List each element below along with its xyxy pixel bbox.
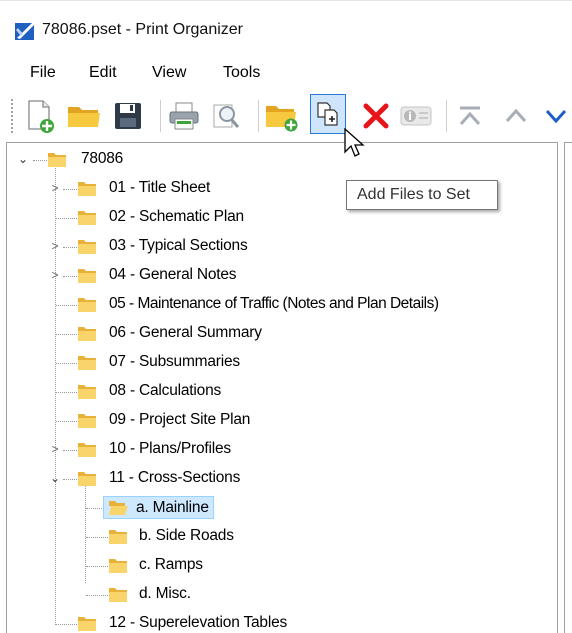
toolbar-separator — [446, 100, 447, 132]
chevron-right-icon[interactable]: > — [49, 268, 61, 282]
tree-node-label: c. Ramps — [139, 556, 203, 573]
app-logo-icon — [15, 22, 35, 40]
new-set-button[interactable] — [22, 94, 58, 138]
menu-file[interactable]: File — [30, 64, 56, 82]
tree-node-child[interactable]: c. Ramps — [7, 553, 557, 579]
tree-node-label: 12 - Superelevation Tables — [109, 614, 288, 631]
toolbar-separator — [258, 100, 259, 132]
tree-node[interactable]: 06 - General Summary — [7, 321, 557, 347]
tree-node-label: 11 - Cross-Sections — [109, 469, 241, 486]
add-files-button[interactable] — [310, 94, 346, 134]
tree-node[interactable]: > 04 - General Notes — [7, 263, 557, 289]
window-title: 78086.pset - Print Organizer — [42, 21, 243, 38]
move-down-button[interactable] — [540, 94, 572, 138]
title-bar: 78086.pset - Print Organizer — [0, 0, 572, 56]
move-up-button[interactable] — [498, 94, 534, 138]
tree-node[interactable]: ⌄ 11 - Cross-Sections — [7, 466, 557, 492]
folder-icon — [78, 385, 96, 399]
chevron-right-icon[interactable]: > — [49, 442, 61, 456]
folder-icon — [78, 356, 96, 370]
tree-node[interactable]: 12 - Superelevation Tables — [7, 611, 557, 633]
new-set-icon — [28, 100, 54, 133]
print-button[interactable] — [166, 94, 202, 138]
new-folder-button[interactable] — [264, 94, 300, 138]
move-top-icon — [459, 106, 481, 126]
open-button[interactable] — [66, 94, 102, 138]
save-button[interactable] — [110, 94, 146, 138]
tree-node[interactable]: > 03 - Typical Sections — [7, 234, 557, 260]
details-pane-edge — [564, 142, 572, 633]
folder-open-icon — [109, 501, 128, 515]
folder-icon — [78, 240, 96, 254]
menu-view[interactable]: View — [152, 64, 186, 82]
tree-node-label: 07 - Subsummaries — [109, 353, 240, 370]
tree-node[interactable]: 09 - Project Site Plan — [7, 408, 557, 434]
toolbar — [0, 90, 572, 142]
mouse-pointer-icon — [344, 128, 365, 157]
menu-bar: File Edit View Tools — [0, 56, 572, 90]
save-icon — [115, 103, 141, 129]
open-folder-icon — [68, 107, 100, 127]
move-up-icon — [505, 108, 527, 123]
folder-icon — [78, 298, 96, 312]
toolbar-separator — [160, 100, 161, 132]
folder-icon — [78, 211, 96, 225]
tree-node-child[interactable]: d. Misc. — [7, 582, 557, 608]
move-top-button[interactable] — [452, 94, 488, 138]
menu-edit[interactable]: Edit — [89, 64, 117, 82]
tree-node-label: 05 - Maintenance of Traffic (Notes and P… — [109, 295, 439, 312]
tree-node-label: 09 - Project Site Plan — [109, 411, 251, 428]
move-down-icon — [545, 109, 567, 124]
folder-icon — [109, 559, 127, 573]
tree-node-label: d. Misc. — [139, 585, 191, 602]
tooltip: Add Files to Set — [346, 180, 498, 210]
tree-node-label: 03 - Typical Sections — [109, 237, 248, 254]
tree-node-label: 02 - Schematic Plan — [109, 208, 244, 225]
tree-node[interactable]: 07 - Subsummaries — [7, 350, 557, 376]
folder-icon — [109, 530, 127, 544]
chevron-down-icon[interactable]: ⌄ — [49, 471, 61, 485]
properties-button[interactable] — [398, 94, 434, 138]
folder-icon — [78, 269, 96, 283]
folder-icon — [78, 617, 96, 631]
tree-node[interactable]: > 10 - Plans/Profiles — [7, 437, 557, 463]
tree-node-child[interactable]: a. Mainline — [7, 495, 557, 521]
print-icon — [169, 102, 199, 130]
add-files-icon — [317, 102, 338, 126]
tree-node-child[interactable]: b. Side Roads — [7, 524, 557, 550]
folder-icon — [78, 443, 96, 457]
tree-node-label: 78086 — [81, 150, 124, 167]
new-folder-icon — [266, 106, 298, 132]
folder-icon — [78, 182, 96, 196]
folder-icon — [78, 327, 96, 341]
folder-icon — [109, 588, 127, 602]
preview-button[interactable] — [208, 94, 244, 138]
tree-view[interactable]: ⌄ 78086 > 01 - Title Sheet 02 - Schemati… — [6, 142, 558, 633]
menu-tools[interactable]: Tools — [223, 64, 260, 82]
folder-icon — [48, 153, 66, 167]
tree-node-label: b. Side Roads — [139, 527, 234, 544]
tree-node[interactable]: 05 - Maintenance of Traffic (Notes and P… — [7, 292, 557, 318]
tree-node-label: 06 - General Summary — [109, 324, 262, 341]
tree-node-root[interactable]: ⌄ 78086 — [7, 147, 557, 173]
properties-icon — [400, 106, 432, 126]
folder-icon — [78, 414, 96, 428]
toolbar-grip[interactable] — [10, 98, 14, 134]
tree-node-label: 01 - Title Sheet — [109, 179, 211, 196]
preview-icon — [213, 104, 240, 128]
delete-icon — [363, 103, 389, 129]
chevron-right-icon[interactable]: > — [49, 181, 61, 195]
chevron-down-icon[interactable]: ⌄ — [17, 152, 29, 166]
tree-node-label: 10 - Plans/Profiles — [109, 440, 231, 457]
tree-node-label: 04 - General Notes — [109, 266, 237, 283]
tree-node[interactable]: 08 - Calculations — [7, 379, 557, 405]
chevron-right-icon[interactable]: > — [49, 239, 61, 253]
folder-icon — [78, 472, 96, 486]
tree-node-label: 08 - Calculations — [109, 382, 222, 399]
